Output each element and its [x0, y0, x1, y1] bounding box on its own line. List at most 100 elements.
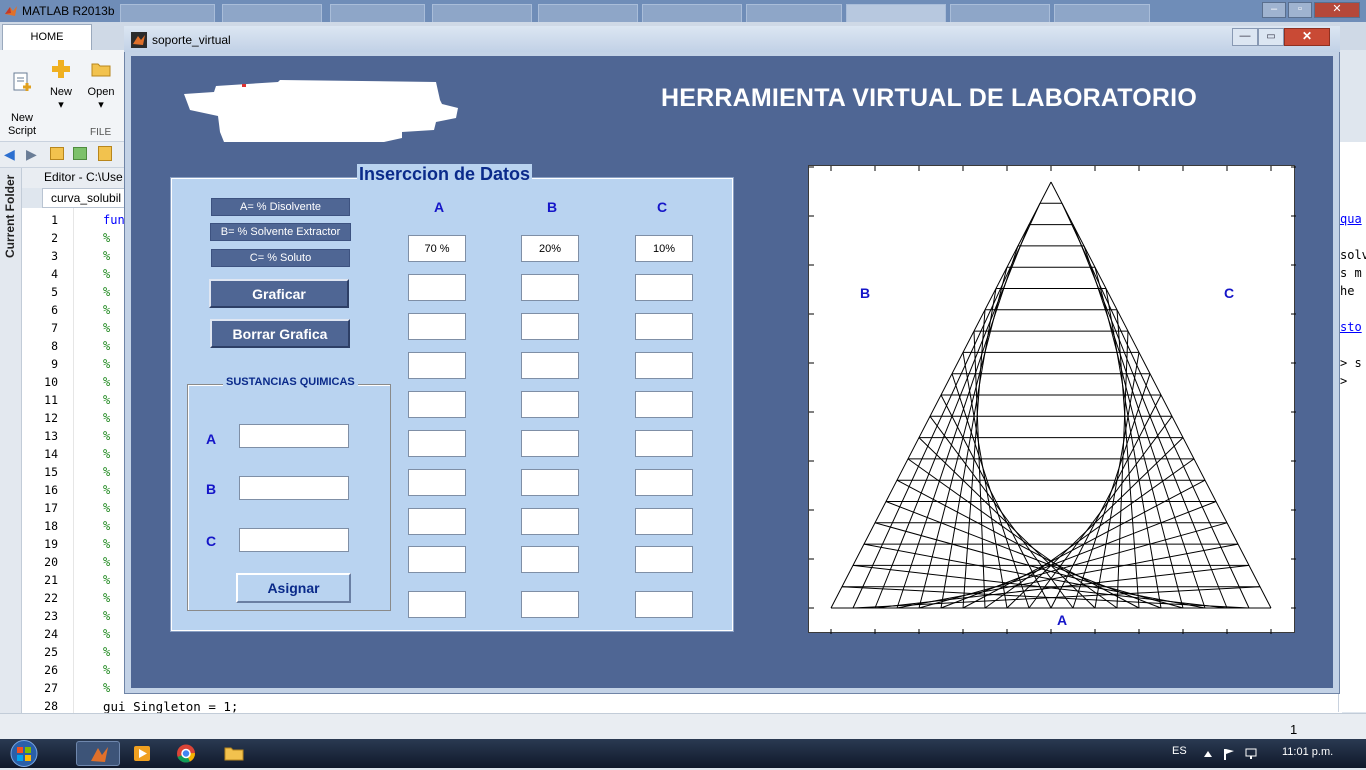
line-number: 20 — [44, 555, 58, 569]
cell-b-row-1[interactable] — [521, 235, 579, 262]
cell-c-row-5[interactable] — [635, 391, 693, 418]
line-number: 19 — [44, 537, 58, 551]
browser-tab[interactable] — [330, 4, 425, 22]
sustancia-input-c[interactable] — [239, 528, 349, 552]
borrar-grafica-button[interactable]: Borrar Grafica — [210, 319, 350, 348]
cell-c-row-10[interactable] — [635, 591, 693, 618]
browser-tab[interactable] — [120, 4, 215, 22]
ribbon-group-file: FILE — [90, 127, 112, 138]
browser-tab[interactable] — [538, 4, 638, 22]
cell-b-row-3[interactable] — [521, 313, 579, 340]
sustancia-input-a[interactable] — [239, 424, 349, 448]
taskbar-chrome[interactable] — [164, 741, 208, 766]
plot-label-b: B — [860, 285, 871, 301]
line-number: 2 — [51, 231, 58, 245]
cell-a-row-1[interactable] — [408, 235, 466, 262]
browser-tab[interactable] — [950, 4, 1050, 22]
line-number: 6 — [51, 303, 58, 317]
taskbar-media-player[interactable] — [120, 741, 164, 766]
folder-icon — [98, 146, 112, 161]
graficar-button[interactable]: Graficar — [209, 279, 349, 308]
cell-c-row-2[interactable] — [635, 274, 693, 301]
line-number: 25 — [44, 645, 58, 659]
browser-tab[interactable] — [222, 4, 322, 22]
line-number: 11 — [44, 393, 58, 407]
cell-c-row-3[interactable] — [635, 313, 693, 340]
code-comment: % — [103, 663, 111, 677]
peek-text: s m — [1340, 266, 1362, 280]
cell-c-row-6[interactable] — [635, 430, 693, 457]
cell-a-row-3[interactable] — [408, 313, 466, 340]
browse-folder-icon[interactable] — [73, 147, 87, 160]
ternary-grid — [809, 166, 1296, 634]
up-folder-icon[interactable] — [50, 147, 64, 160]
taskbar-clock[interactable]: 11:01 p.m. — [1282, 746, 1333, 758]
cell-c-row-9[interactable] — [635, 546, 693, 573]
cell-c-row-1[interactable] — [635, 235, 693, 262]
cell-c-row-4[interactable] — [635, 352, 693, 379]
chrome-icon — [177, 744, 196, 763]
open-label: Open — [87, 86, 115, 98]
figure-minimize-button[interactable]: — — [1232, 28, 1258, 46]
new-button[interactable]: New ▾ — [41, 58, 81, 112]
cell-b-row-2[interactable] — [521, 274, 579, 301]
matlab-close-button[interactable]: ✕ — [1314, 2, 1360, 18]
code-comment: % — [103, 357, 111, 371]
browser-tab[interactable] — [432, 4, 532, 22]
asignar-button[interactable]: Asignar — [236, 573, 351, 603]
figure-maximize-button[interactable]: ▭ — [1258, 28, 1284, 46]
browser-tab[interactable] — [1054, 4, 1150, 22]
cell-a-row-7[interactable] — [408, 469, 466, 496]
sustancia-label-b: B — [206, 481, 217, 497]
code-comment: % — [103, 645, 111, 659]
new-script-button[interactable]: New Script — [2, 58, 42, 138]
sustancia-input-b[interactable] — [239, 476, 349, 500]
cell-a-row-10[interactable] — [408, 591, 466, 618]
line-number: 9 — [51, 357, 58, 371]
cell-a-row-2[interactable] — [408, 274, 466, 301]
cell-a-row-6[interactable] — [408, 430, 466, 457]
back-arrow-icon[interactable]: ◀ — [4, 146, 15, 163]
editor-file-tab[interactable]: curva_solubil — [42, 188, 130, 208]
folder-icon — [224, 747, 244, 761]
line-number: 13 — [44, 429, 58, 443]
cell-b-row-10[interactable] — [521, 591, 579, 618]
cell-c-row-7[interactable] — [635, 469, 693, 496]
matlab-minimize-button[interactable]: – — [1262, 2, 1286, 18]
line-number: 4 — [51, 267, 58, 281]
code-comment: % — [103, 393, 111, 407]
browser-tab[interactable] — [846, 4, 946, 22]
windows-start-icon[interactable] — [4, 739, 44, 768]
cell-b-row-4[interactable] — [521, 352, 579, 379]
grid-line-right — [1083, 245, 1206, 609]
language-indicator[interactable]: ES — [1172, 745, 1187, 757]
cell-a-row-9[interactable] — [408, 546, 466, 573]
cell-b-row-8[interactable] — [521, 508, 579, 535]
open-button[interactable]: Open ▾ — [81, 58, 121, 112]
cell-a-row-8[interactable] — [408, 508, 466, 535]
cell-b-row-6[interactable] — [521, 430, 579, 457]
current-folder-panel[interactable]: Current Folder — [0, 168, 22, 713]
line-number: 16 — [44, 483, 58, 497]
figure-close-button[interactable]: ✕ — [1284, 28, 1330, 46]
ternary-plot-axes[interactable] — [808, 165, 1296, 634]
tab-home[interactable]: HOME — [2, 24, 92, 50]
line-number: 1 — [51, 213, 58, 227]
browser-tab[interactable] — [642, 4, 742, 22]
tray-icons[interactable] — [1200, 746, 1270, 762]
cell-a-row-4[interactable] — [408, 352, 466, 379]
cell-b-row-7[interactable] — [521, 469, 579, 496]
code-comment: % — [103, 519, 111, 533]
figure-titlebar[interactable] — [124, 26, 1340, 52]
cell-c-row-8[interactable] — [635, 508, 693, 535]
browser-tab[interactable] — [746, 4, 842, 22]
taskbar-explorer[interactable] — [212, 741, 256, 766]
forward-arrow-icon[interactable]: ▶ — [26, 146, 37, 163]
plot-label-a: A — [1057, 612, 1068, 628]
code-comment: % — [103, 681, 111, 695]
cell-a-row-5[interactable] — [408, 391, 466, 418]
cell-b-row-9[interactable] — [521, 546, 579, 573]
matlab-maximize-button[interactable]: ▫ — [1288, 2, 1312, 18]
taskbar-matlab[interactable] — [76, 741, 120, 766]
cell-b-row-5[interactable] — [521, 391, 579, 418]
